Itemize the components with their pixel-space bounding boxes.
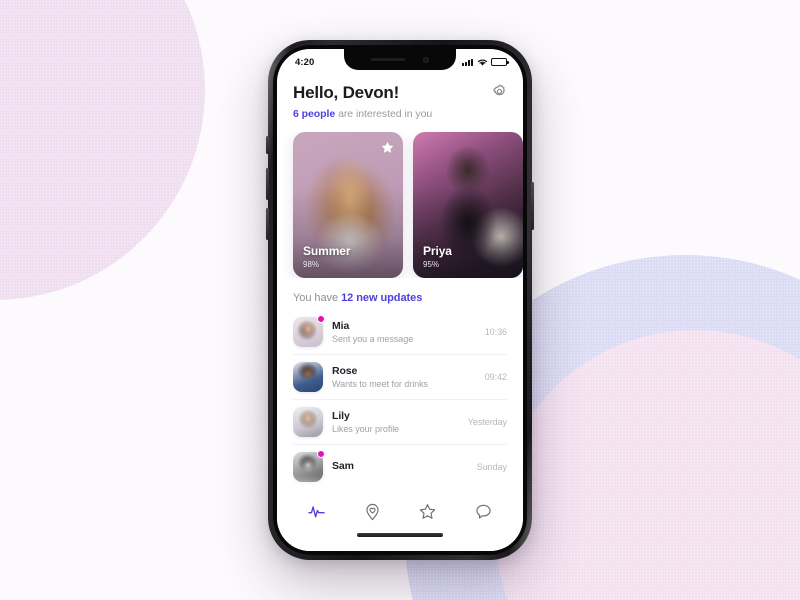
activity-pulse-icon bbox=[308, 505, 325, 517]
card-meta-summer: Summer 98% bbox=[303, 244, 351, 269]
profile-card-priya[interactable]: Priya 95% bbox=[413, 132, 523, 278]
card-match-percent: 98% bbox=[303, 260, 320, 269]
updates-list[interactable]: Mia Sent you a message 10:36 Rose Wants … bbox=[293, 310, 507, 489]
updates-heading: You have 12 new updates bbox=[293, 292, 507, 304]
featured-star-badge[interactable] bbox=[380, 140, 395, 155]
update-action: Sent you a message bbox=[332, 334, 414, 345]
card-name: Summer bbox=[303, 244, 351, 258]
update-action: Likes your profile bbox=[332, 424, 400, 435]
battery-icon bbox=[491, 58, 509, 66]
signal-bars-icon bbox=[462, 58, 473, 66]
avatar-wrap bbox=[293, 450, 325, 482]
list-item[interactable]: Mia Sent you a message 10:36 bbox=[293, 310, 507, 355]
silent-switch-button[interactable] bbox=[266, 136, 269, 154]
list-item[interactable]: Rose Wants to meet for drinks 09:42 bbox=[293, 355, 507, 400]
home-indicator-bar[interactable] bbox=[357, 533, 443, 537]
app-header: Hello, Devon! 6 people are interested in… bbox=[277, 71, 523, 120]
avatar-wrap bbox=[293, 362, 323, 392]
update-text: Mia Sent you a message bbox=[332, 320, 476, 345]
avatar bbox=[293, 362, 323, 392]
update-text: Rose Wants to meet for drinks bbox=[332, 365, 476, 390]
update-text: Lily Likes your profile bbox=[332, 410, 459, 435]
avatar-wrap bbox=[293, 315, 325, 347]
updates-heading-accent[interactable]: 12 new updates bbox=[341, 292, 422, 304]
update-name: Lily bbox=[332, 409, 350, 422]
volume-up-button[interactable] bbox=[266, 168, 269, 200]
phone-screen: 4:20 Hello, Devon! 6 people are interest… bbox=[277, 49, 523, 551]
avatar-wrap bbox=[293, 407, 323, 437]
interested-count-rest: are interested in you bbox=[335, 108, 433, 120]
update-name: Mia bbox=[332, 319, 350, 332]
status-bar: 4:20 bbox=[277, 49, 523, 73]
card-meta-priya: Priya 95% bbox=[423, 244, 452, 269]
profile-card-summer[interactable]: Summer 98% bbox=[293, 132, 403, 278]
tab-nearby[interactable] bbox=[355, 497, 389, 525]
power-button[interactable] bbox=[531, 182, 534, 230]
star-icon bbox=[381, 141, 394, 153]
decorative-blob-pink-left bbox=[0, 0, 205, 300]
app-content: Hello, Devon! 6 people are interested in… bbox=[277, 71, 523, 551]
update-name: Rose bbox=[332, 364, 358, 377]
updates-section: You have 12 new updates Mia Sent you a m… bbox=[277, 292, 523, 489]
interested-count-subtitle: 6 people are interested in you bbox=[293, 108, 507, 120]
status-time: 4:20 bbox=[295, 56, 315, 68]
update-time: Yesterday bbox=[467, 417, 507, 427]
update-time: 10:36 bbox=[484, 327, 507, 337]
card-name: Priya bbox=[423, 244, 452, 258]
gear-icon bbox=[492, 84, 505, 96]
wifi-icon bbox=[477, 59, 487, 66]
profile-cards-carousel[interactable]: Summer 98% Priya 95% bbox=[277, 132, 523, 278]
unread-dot-badge bbox=[317, 450, 325, 458]
volume-down-button[interactable] bbox=[266, 208, 269, 240]
chat-bubble-icon bbox=[476, 504, 491, 518]
heart-location-pin-icon bbox=[366, 503, 379, 520]
updates-heading-prefix: You have bbox=[293, 292, 342, 304]
status-icons bbox=[462, 58, 509, 67]
home-indicator-area bbox=[277, 533, 523, 551]
star-outline-icon bbox=[420, 503, 436, 519]
bottom-tab-bar bbox=[277, 489, 523, 533]
tab-messages[interactable] bbox=[466, 497, 500, 525]
list-item[interactable]: Lily Likes your profile Yesterday bbox=[293, 400, 507, 445]
update-text: Sam bbox=[332, 460, 468, 475]
interested-count-accent[interactable]: 6 people bbox=[293, 108, 335, 120]
settings-button[interactable] bbox=[489, 81, 509, 101]
scene: 4:20 Hello, Devon! 6 people are interest… bbox=[0, 0, 800, 600]
update-time: Sunday bbox=[476, 462, 507, 472]
update-action: Wants to meet for drinks bbox=[332, 379, 428, 390]
update-time: 09:42 bbox=[484, 372, 507, 382]
avatar bbox=[293, 407, 323, 437]
list-item[interactable]: Sam Sunday bbox=[293, 445, 507, 489]
page-title: Hello, Devon! bbox=[293, 83, 400, 102]
tab-favorites[interactable] bbox=[411, 497, 445, 525]
phone-device-mockup: 4:20 Hello, Devon! 6 people are interest… bbox=[266, 40, 534, 560]
tab-activity[interactable] bbox=[300, 497, 334, 525]
unread-dot-badge bbox=[317, 315, 325, 323]
update-name: Sam bbox=[332, 459, 354, 472]
card-match-percent: 95% bbox=[423, 260, 440, 269]
